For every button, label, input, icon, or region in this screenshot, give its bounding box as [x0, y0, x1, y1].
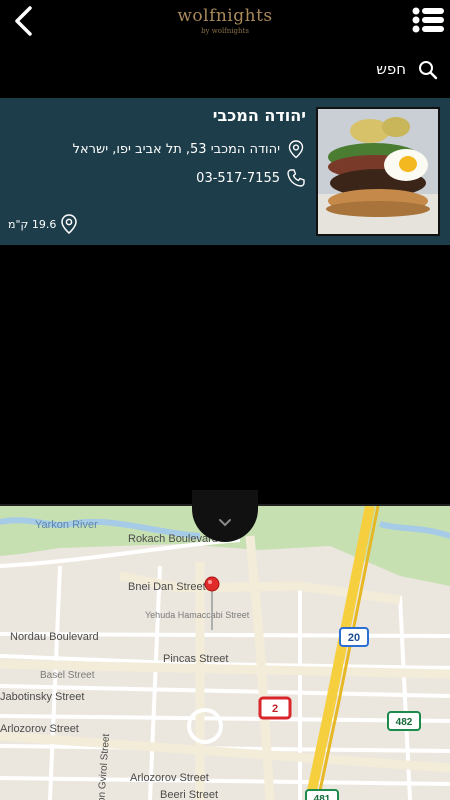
- bnei-dan-label: Bnei Dan Street: [128, 581, 206, 593]
- route-481-shield: 481: [305, 789, 339, 800]
- svg-text:2: 2: [272, 703, 278, 715]
- place-distance: 19.6 ק"מ: [8, 217, 57, 231]
- basel-label: Basel Street: [40, 670, 95, 681]
- app-logo-subtext: by wolfnights: [201, 27, 249, 35]
- map-collapse-handle[interactable]: [192, 490, 258, 542]
- place-name[interactable]: יהודה המכבי: [213, 106, 306, 125]
- chevron-down-icon: [219, 519, 231, 527]
- svg-text:20: 20: [348, 632, 360, 644]
- yehuda-label: Yehuda Hamaccabi Street: [145, 610, 250, 620]
- place-thumbnail[interactable]: [316, 107, 440, 236]
- jabotinsky-label: Jabotinsky Street: [0, 691, 84, 703]
- app-logo: wolfnights: [177, 6, 273, 26]
- search-icon[interactable]: [418, 60, 438, 80]
- nordau-label: Nordau Boulevard: [10, 631, 99, 643]
- location-pin-icon: [288, 140, 304, 159]
- distance-badge: 19.6 ק"מ: [8, 212, 80, 236]
- list-menu-icon[interactable]: [412, 6, 444, 34]
- beeri-label: Beeri Street: [160, 789, 218, 800]
- route-20-shield: 20: [339, 627, 369, 647]
- phone-icon: [287, 169, 305, 187]
- place-address: יהודה המכבי 53, תל אביב יפו, ישראל: [72, 141, 280, 157]
- burger-image: [318, 109, 438, 234]
- distance-pin-icon: [61, 214, 78, 234]
- search-row[interactable]: חפש: [0, 56, 450, 84]
- address-row[interactable]: יהודה המכבי 53, תל אביב יפו, ישראל: [73, 138, 306, 160]
- top-bar: wolfnights by wolfnights: [0, 0, 450, 44]
- svg-text:482: 482: [396, 717, 413, 728]
- arlozorov-east-label: Arlozorov Street: [130, 772, 209, 784]
- search-label[interactable]: חפש: [376, 60, 406, 78]
- map-canvas[interactable]: Yarkon River Rokach Boulevard Bnei Dan S…: [0, 506, 450, 800]
- place-card[interactable]: יהודה המכבי יהודה המכבי 53, תל אביב יפו,…: [0, 98, 450, 245]
- river-label: Yarkon River: [35, 519, 98, 531]
- route-482-shield: 482: [387, 711, 421, 731]
- svg-text:481: 481: [314, 794, 331, 800]
- phone-row[interactable]: 03-517-7155: [196, 167, 306, 189]
- map-view[interactable]: Yarkon River Rokach Boulevard Bnei Dan S…: [0, 506, 450, 800]
- place-phone[interactable]: 03-517-7155: [196, 171, 280, 186]
- pincas-label: Pincas Street: [163, 653, 228, 665]
- route-2-shield: 2: [258, 696, 292, 720]
- arlozorov-west-label: Arlozorov Street: [0, 723, 79, 735]
